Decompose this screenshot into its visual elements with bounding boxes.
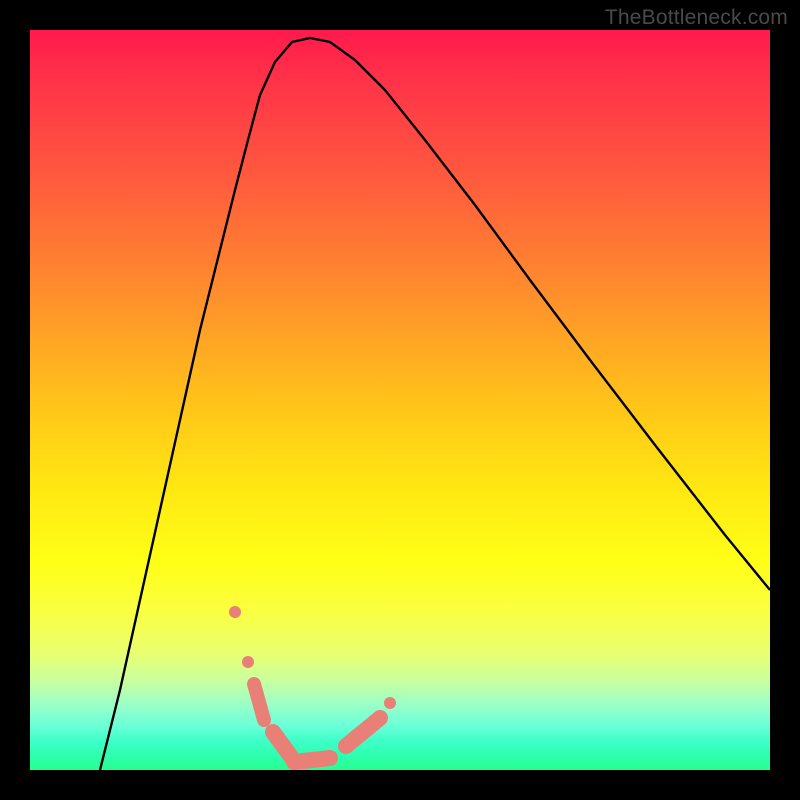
bottleneck-curve — [30, 30, 770, 770]
watermark-text: TheBottleneck.com — [605, 6, 788, 30]
chart-area — [30, 30, 770, 770]
